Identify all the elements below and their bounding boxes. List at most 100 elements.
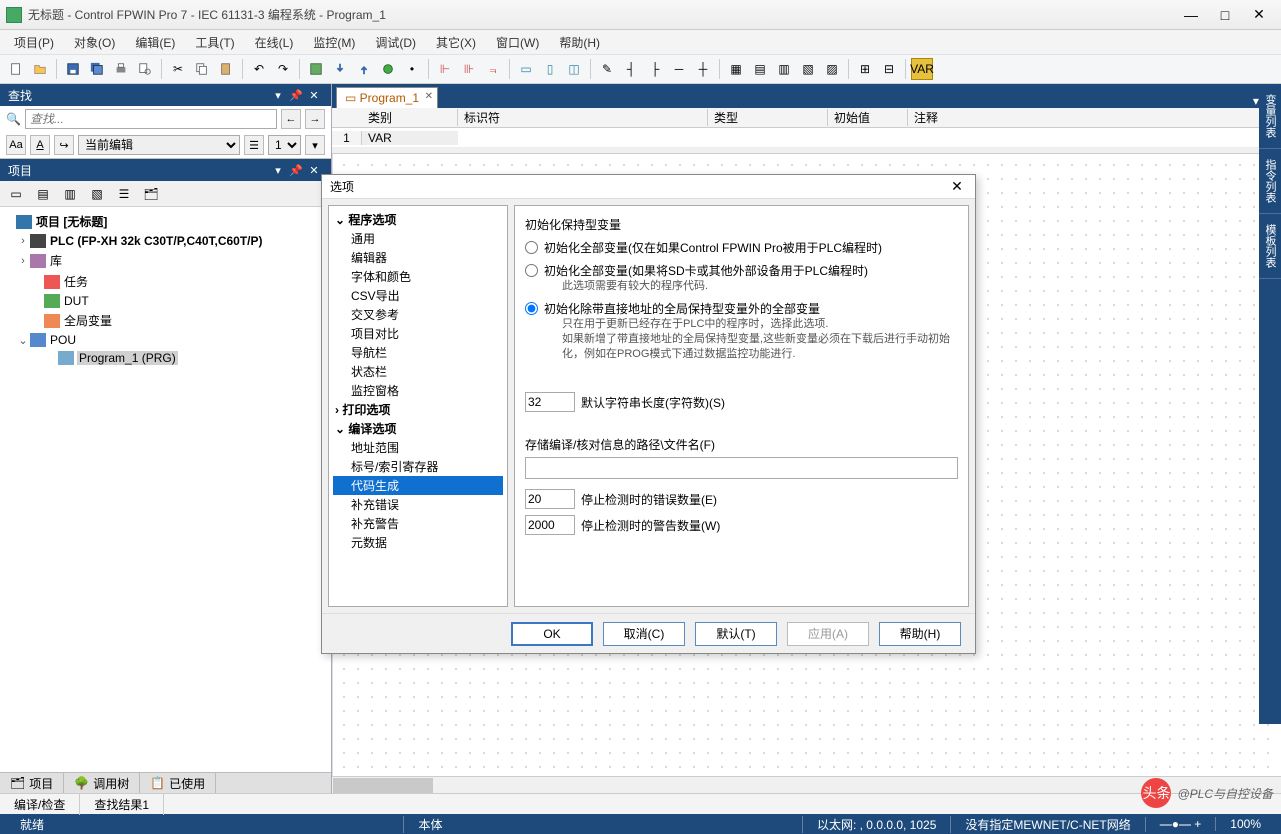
tree-plc[interactable]: PLC (FP-XH 32k C30T/P,C40T,C60T/P) — [49, 234, 264, 248]
table-row[interactable]: 1 VAR — [332, 128, 1281, 148]
dock-instrlist[interactable]: 指令列表 — [1259, 149, 1281, 214]
dock-tmpllist[interactable]: 模板列表 — [1259, 214, 1281, 279]
grid4-icon[interactable]: ▧ — [797, 58, 819, 80]
wire1-icon[interactable]: ┤ — [620, 58, 642, 80]
saveall-icon[interactable] — [86, 58, 108, 80]
menu-debug[interactable]: 调试(D) — [365, 30, 426, 55]
opt-statusbar[interactable]: 状态栏 — [333, 362, 503, 381]
proj-tool5-icon[interactable]: ☰ — [113, 183, 135, 205]
expand-icon[interactable]: ▾ — [305, 135, 325, 155]
cut-icon[interactable]: ✂ — [167, 58, 189, 80]
bottom-tab-used[interactable]: 📋 已使用 — [140, 773, 216, 794]
proj-tool3-icon[interactable]: ▥ — [59, 183, 81, 205]
menu-window[interactable]: 窗口(W) — [486, 30, 549, 55]
horizontal-scrollbar[interactable] — [332, 776, 1281, 793]
grid3-icon[interactable]: ▥ — [773, 58, 795, 80]
tab-program1[interactable]: ▭ Program_1✕ — [336, 87, 438, 108]
tree-pou[interactable]: POU — [49, 333, 77, 347]
opt-compare[interactable]: 项目对比 — [333, 324, 503, 343]
search-line-select[interactable]: 1 — [268, 135, 301, 155]
tree-program[interactable]: Program_1 (PRG) — [77, 351, 178, 365]
menu-tools[interactable]: 工具(T) — [185, 30, 244, 55]
col-comment[interactable]: 注释 — [908, 109, 1281, 126]
col-class[interactable]: 类别 — [362, 109, 458, 126]
menu-online[interactable]: 在线(L) — [245, 30, 304, 55]
grid5-icon[interactable]: ▨ — [821, 58, 843, 80]
ok-button[interactable]: OK — [511, 622, 593, 646]
new-icon[interactable] — [5, 58, 27, 80]
opt-address[interactable]: 地址范围 — [333, 438, 503, 457]
radio-init-except-direct[interactable] — [525, 302, 538, 315]
panel-dropdown-icon[interactable]: ▾ — [269, 164, 287, 177]
radio-init-all-sd[interactable] — [525, 264, 538, 277]
opt-nav[interactable]: 导航栏 — [333, 343, 503, 362]
minimize-button[interactable]: — — [1175, 7, 1207, 23]
col-identifier[interactable]: 标识符 — [458, 109, 708, 126]
maximize-button[interactable]: □ — [1209, 7, 1241, 23]
ladder2-icon[interactable]: ⊪ — [458, 58, 480, 80]
default-button[interactable]: 默认(T) — [695, 622, 777, 646]
panel-close-icon[interactable]: ✕ — [305, 89, 323, 102]
tab-findresults[interactable]: 查找结果1 — [80, 794, 164, 815]
cat-print-options[interactable]: › 打印选项 — [333, 400, 503, 419]
panel-pin-icon[interactable]: 📌 — [287, 89, 305, 102]
cat-compile-options[interactable]: ⌄ 编译选项 — [333, 419, 503, 438]
block1-icon[interactable]: ▭ — [515, 58, 537, 80]
bottom-tab-calltree[interactable]: 🌳 调用树 — [64, 773, 140, 794]
block2-icon[interactable]: ▯ — [539, 58, 561, 80]
goto-icon[interactable]: ↪ — [54, 135, 74, 155]
compile-icon[interactable] — [305, 58, 327, 80]
opt-warnings[interactable]: 补充警告 — [333, 514, 503, 533]
opt-codegen[interactable]: 代码生成 — [333, 476, 503, 495]
redo-icon[interactable]: ↷ — [272, 58, 294, 80]
grid1-icon[interactable]: ▦ — [725, 58, 747, 80]
tree-dut[interactable]: DUT — [63, 294, 90, 308]
input-warning-count[interactable] — [525, 515, 575, 535]
menu-monitor[interactable]: 监控(M) — [303, 30, 365, 55]
wire4-icon[interactable]: ┼ — [692, 58, 714, 80]
radio-init-all-fpwin[interactable] — [525, 241, 538, 254]
input-storage-path[interactable] — [525, 457, 958, 479]
download-icon[interactable] — [329, 58, 351, 80]
proj-tool1-icon[interactable]: ▭ — [5, 183, 27, 205]
tree-global[interactable]: 全局变量 — [63, 312, 113, 329]
panel-pin-icon[interactable]: 📌 — [287, 164, 305, 177]
stop-icon[interactable]: • — [401, 58, 423, 80]
zoom1-icon[interactable]: ⊞ — [854, 58, 876, 80]
proj-tool2-icon[interactable]: ▤ — [32, 183, 54, 205]
var-icon[interactable]: VAR — [911, 58, 933, 80]
input-error-count[interactable] — [525, 489, 575, 509]
ladder3-icon[interactable]: ⫬ — [482, 58, 504, 80]
block3-icon[interactable]: ◫ — [563, 58, 585, 80]
save-icon[interactable] — [62, 58, 84, 80]
upload-icon[interactable] — [353, 58, 375, 80]
opt-fontcolor[interactable]: 字体和颜色 — [333, 267, 503, 286]
wire2-icon[interactable]: ├ — [644, 58, 666, 80]
panel-dropdown-icon[interactable]: ▾ — [269, 89, 287, 102]
opt-xref[interactable]: 交叉参考 — [333, 305, 503, 324]
tree-lib[interactable]: 库 — [49, 252, 63, 269]
printpreview-icon[interactable] — [134, 58, 156, 80]
ladder1-icon[interactable]: ⊩ — [434, 58, 456, 80]
zoom2-icon[interactable]: ⊟ — [878, 58, 900, 80]
cat-program-options[interactable]: ⌄ 程序选项 — [333, 210, 503, 229]
help-button[interactable]: 帮助(H) — [879, 622, 961, 646]
close-button[interactable]: ✕ — [1243, 6, 1275, 23]
undo-icon[interactable]: ↶ — [248, 58, 270, 80]
case-icon[interactable]: Aa — [6, 135, 26, 155]
col-type[interactable]: 类型 — [708, 109, 828, 126]
proj-tool6-icon[interactable]: 🗂 — [140, 183, 162, 205]
proj-tool4-icon[interactable]: ▧ — [86, 183, 108, 205]
tree-task[interactable]: 任务 — [63, 273, 89, 290]
opt-metadata[interactable]: 元数据 — [333, 533, 503, 552]
opt-csv[interactable]: CSV导出 — [333, 286, 503, 305]
search-next-icon[interactable]: → — [305, 109, 325, 129]
edit-icon[interactable]: ✎ — [596, 58, 618, 80]
opt-errors[interactable]: 补充错误 — [333, 495, 503, 514]
opt-monitor[interactable]: 监控窗格 — [333, 381, 503, 400]
project-tree[interactable]: 项目 [无标题] ›PLC (FP-XH 32k C30T/P,C40T,C60… — [0, 207, 331, 772]
apply-button[interactable]: 应用(A) — [787, 622, 869, 646]
menu-other[interactable]: 其它(X) — [426, 30, 486, 55]
connect-icon[interactable] — [377, 58, 399, 80]
col-init[interactable]: 初始值 — [828, 109, 908, 126]
